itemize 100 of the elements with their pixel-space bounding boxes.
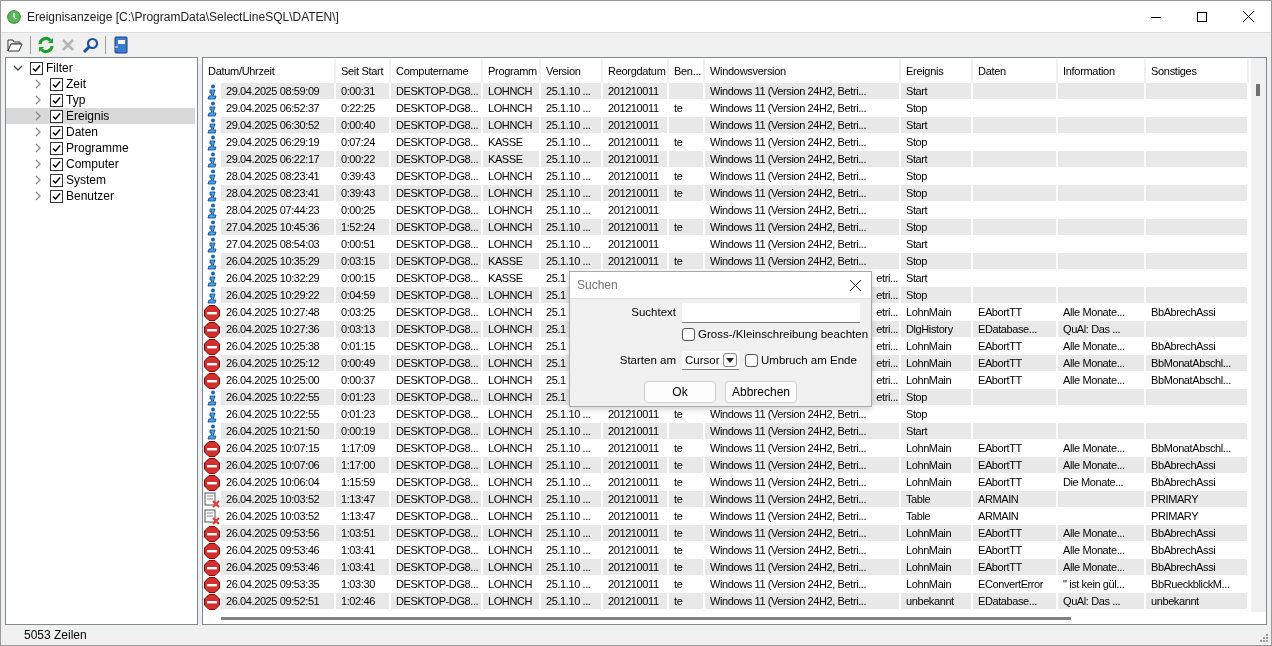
table-cell: 201210011 (603, 423, 669, 440)
table-cell: Stop (901, 219, 973, 236)
table-cell: LOHNCH (483, 287, 541, 304)
table-cell: 25.1.10 ... (541, 525, 603, 542)
table-cell: 0:00:22 (336, 151, 391, 168)
table-cell: 1:02:46 (336, 593, 391, 610)
table-cell: Windows 11 (Version 24H2, Betri... (705, 185, 901, 202)
table-cell: DESKTOP-DG8... (391, 287, 483, 304)
tree-checkbox[interactable] (50, 125, 63, 139)
tree-item-label[interactable]: System (66, 171, 106, 189)
table-cell: te (669, 559, 705, 576)
table-cell: unbekannt (901, 593, 973, 610)
table-cell: DESKTOP-DG8... (391, 457, 483, 474)
table-cell: 1:52:24 (336, 219, 391, 236)
table-cell: Start (901, 117, 973, 134)
table-cell: LOHNCH (483, 321, 541, 338)
table-cell: ARMAIN (973, 491, 1058, 508)
table-cell: Windows 11 (Version 24H2, Betri... (705, 83, 901, 100)
table-cell: Stop (901, 287, 973, 304)
tree-item-label[interactable]: Ereignis (66, 107, 110, 125)
table-cell: 25.1.10 ... (541, 185, 603, 202)
table-cell: 201210011 (603, 219, 669, 236)
info-person-icon (207, 389, 217, 406)
table-cell: Windows 11 (Version 24H2, Betri... (705, 253, 901, 270)
table-cell: 25.1.10 ... (541, 457, 603, 474)
info-person-icon (207, 151, 217, 168)
table-cell: 26.04.2025 10:22:55 (221, 389, 336, 406)
table-cell: DESKTOP-DG8... (391, 151, 483, 168)
tree-checkbox[interactable] (50, 189, 63, 203)
close-button[interactable] (850, 279, 861, 291)
table-cell: LOHNCH (483, 389, 541, 406)
search-icon[interactable] (80, 35, 100, 55)
table-cell: LohnMain (901, 457, 973, 474)
table-cell: KASSE (483, 253, 541, 270)
table-cell: QuAl: Das ... (1058, 593, 1146, 610)
tree-checkbox[interactable] (30, 61, 43, 75)
info-person-icon (207, 287, 217, 304)
tree-checkbox[interactable] (50, 109, 63, 123)
info-person-icon (207, 219, 217, 236)
table-cell: 25.1.10 ... (541, 83, 603, 100)
table-cell: 25.1.10 ... (541, 491, 603, 508)
table-cell: 0:00:49 (336, 355, 391, 372)
status-text: 5053 Zeilen (24, 627, 87, 644)
start-dropdown[interactable]: Cursor (682, 351, 739, 371)
tree-item-label[interactable]: Filter (46, 59, 73, 77)
table-cell: 201210011 (603, 559, 669, 576)
info-person-icon (207, 253, 217, 270)
table-cell: 29.04.2025 06:30:52 (221, 117, 336, 134)
tree-item-label[interactable]: Computer (66, 155, 119, 173)
info-person-icon (207, 83, 217, 100)
tree-item-label[interactable]: Programme (66, 139, 129, 157)
table-cell: 201210011 (603, 151, 669, 168)
table-cell: 0:03:13 (336, 321, 391, 338)
table-cell: 1:03:41 (336, 559, 391, 576)
maximize-icon (1197, 11, 1207, 22)
table-cell: 26.04.2025 09:53:56 (221, 525, 336, 542)
refresh-icon[interactable] (36, 35, 56, 55)
tree-item-label[interactable]: Zeit (66, 75, 86, 93)
table-cell: DESKTOP-DG8... (391, 117, 483, 134)
tree-item-label[interactable]: Benutzer (66, 187, 115, 205)
close-icon (1242, 11, 1254, 22)
info-person-icon (207, 423, 217, 440)
table-cell: LOHNCH (483, 117, 541, 134)
table-cell: 0:04:59 (336, 287, 391, 304)
table-cell: EAbortTT (973, 525, 1058, 542)
table-cell: BbAbrechAssi (1146, 525, 1249, 542)
tree-checkbox[interactable] (50, 141, 63, 155)
tree-checkbox[interactable] (50, 77, 63, 91)
table-cell: EDatabase... (973, 321, 1058, 338)
table-cell: te (669, 525, 705, 542)
table-cell: Alle Monate... (1058, 525, 1146, 542)
table-cell: te (669, 457, 705, 474)
table-cell: LOHNCH (483, 525, 541, 542)
checkbox-label[interactable]: Umbruch am Ende (761, 352, 857, 370)
checkbox[interactable] (745, 354, 758, 368)
table-cell: 0:39:43 (336, 185, 391, 202)
dialog-button[interactable]: Abbrechen (725, 381, 797, 404)
table-cell: 201210011 (603, 253, 669, 270)
selected-tree-row[interactable]: Ereignis (6, 108, 195, 124)
table-cell: Alle Monate... (1058, 559, 1146, 576)
tree-item-label[interactable]: Daten (66, 123, 99, 141)
table-cell: KASSE (483, 151, 541, 168)
table-cell: 0:00:40 (336, 117, 391, 134)
info-person-icon (207, 168, 217, 185)
vertical-scrollbar[interactable] (1251, 58, 1266, 612)
table-cell: DlgHistory (901, 321, 973, 338)
table-cell: LOHNCH (483, 185, 541, 202)
table-cell: Windows 11 (Version 24H2, Betri... (705, 219, 901, 236)
tree-checkbox[interactable] (50, 93, 63, 107)
tree-item-label[interactable]: Typ (66, 91, 86, 109)
table-cell: DESKTOP-DG8... (391, 219, 483, 236)
checkbox[interactable] (682, 328, 695, 342)
tree-checkbox[interactable] (50, 173, 63, 187)
search-field[interactable] (682, 303, 860, 323)
book-icon[interactable] (111, 35, 131, 55)
dialog-button[interactable]: Ok (644, 381, 716, 404)
tree-checkbox[interactable] (50, 157, 63, 171)
table-cell: Start (901, 423, 973, 440)
table-cell: DESKTOP-DG8... (391, 253, 483, 270)
table-cell: EDatabase... (973, 593, 1058, 610)
